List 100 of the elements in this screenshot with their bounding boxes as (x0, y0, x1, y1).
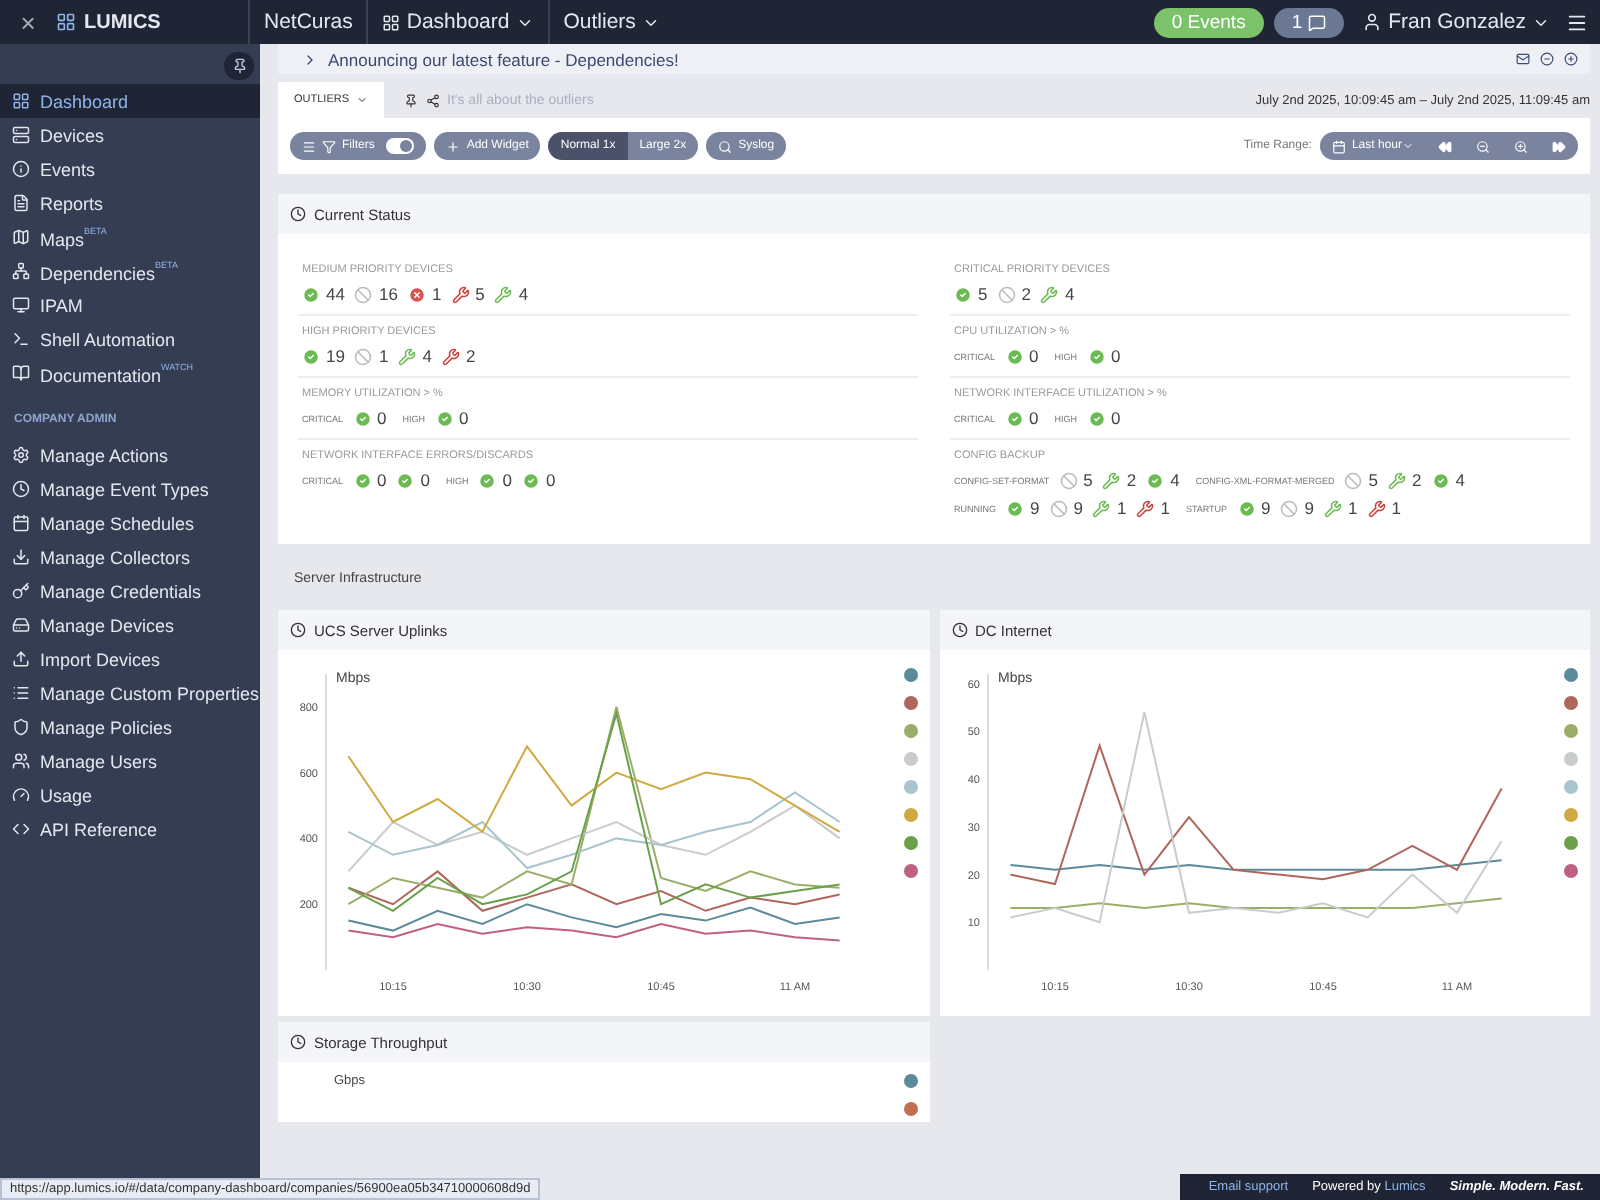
disabled-count: 9 (1049, 498, 1083, 518)
maintenance-count: 2 (1102, 470, 1137, 490)
nav-icon (12, 364, 30, 382)
ban-icon (1049, 499, 1068, 517)
sidebar-item[interactable]: Reports (0, 186, 260, 220)
sidebar-item[interactable]: Devices (0, 118, 260, 152)
wrench-icon (1324, 499, 1342, 517)
ban-icon (354, 347, 373, 365)
ok-count: 0 (396, 470, 430, 490)
wrench-icon (494, 285, 513, 303)
nav-icon (12, 616, 30, 634)
legend-dot[interactable] (903, 752, 917, 766)
legend-dot[interactable] (903, 668, 917, 682)
sidebar-item[interactable]: API Reference (0, 812, 260, 846)
logo-icon (56, 12, 76, 32)
filters-toggle[interactable] (386, 138, 415, 154)
nav-icon (12, 126, 30, 144)
menu-icon[interactable] (1566, 11, 1588, 33)
check-icon (478, 471, 497, 489)
ok-count: 0 (435, 408, 469, 428)
nav-icon (12, 330, 30, 348)
sidebar-item[interactable]: IPAM (0, 288, 260, 322)
plus-icon[interactable] (1564, 52, 1578, 66)
ok-count: 0 (521, 470, 556, 490)
wrench-icon (441, 347, 460, 365)
rewind-icon (1438, 139, 1452, 153)
nav-icon (12, 752, 30, 770)
ok-count: 0 (1005, 346, 1039, 366)
error-icon (407, 285, 426, 303)
check-icon (1006, 499, 1024, 517)
user-icon (1362, 12, 1383, 32)
wrench-icon (1367, 499, 1386, 517)
close-button[interactable]: × (0, 7, 56, 37)
legend-dot[interactable] (1564, 836, 1578, 850)
caret-icon (1402, 140, 1414, 152)
ok-count: 0 (1005, 408, 1039, 428)
pin-icon (231, 58, 247, 74)
sidebar-item[interactable]: Manage Collectors (0, 540, 260, 574)
sidebar-item[interactable]: Manage Actions (0, 438, 260, 472)
legend-dot[interactable] (1564, 752, 1578, 766)
legend-dot[interactable] (1564, 668, 1578, 682)
check-icon (396, 471, 415, 489)
legend-dot[interactable] (903, 780, 917, 794)
sidebar-item[interactable]: Dashboard (0, 84, 260, 118)
share-icon[interactable] (425, 93, 440, 107)
nav-icon (12, 650, 30, 668)
sidebar-item[interactable]: Shell Automation (0, 322, 260, 356)
legend-dot[interactable] (903, 836, 917, 850)
sidebar-item[interactable]: Manage Users (0, 744, 260, 778)
check-icon (1237, 499, 1256, 517)
sidebar-item[interactable]: Manage Credentials (0, 574, 260, 608)
legend-dot[interactable] (903, 1074, 917, 1088)
sidebar-item[interactable]: Manage Policies (0, 710, 260, 744)
legend-dot[interactable] (1564, 724, 1578, 738)
sidebar-item[interactable]: Events (0, 152, 260, 186)
sidebar-item[interactable]: Import Devices (0, 642, 260, 676)
legend-dot[interactable] (903, 808, 917, 822)
sidebar-item[interactable]: Manage Event Types (0, 472, 260, 506)
wrench-icon (1102, 471, 1121, 489)
check-icon (302, 285, 320, 303)
minus-icon[interactable] (1540, 52, 1554, 66)
mail-icon[interactable] (1516, 52, 1530, 66)
maintenance-count: 1 (1324, 498, 1358, 518)
check-icon (1431, 471, 1450, 489)
filter-icon (322, 139, 336, 153)
legend-dot[interactable] (1564, 808, 1578, 822)
pin-icon[interactable] (403, 93, 418, 107)
check-icon (954, 285, 972, 303)
legend-dot[interactable] (903, 696, 917, 710)
legend-dot[interactable] (1564, 780, 1578, 794)
user-menu[interactable]: Fran Gonzalez (1362, 10, 1550, 34)
chevron-icon (302, 51, 318, 67)
disabled-count: 5 (1344, 470, 1379, 490)
announcement-bar[interactable]: Announcing our latest feature - Dependencies! (278, 44, 1590, 74)
forward-button[interactable] (1540, 132, 1578, 160)
clock-icon (290, 622, 306, 638)
maintenance-count: 5 (451, 284, 485, 304)
legend-dot[interactable] (903, 1102, 917, 1116)
maintenance-count: 2 (1388, 470, 1422, 490)
legend-dot[interactable] (1564, 864, 1578, 878)
check-icon (353, 409, 372, 427)
ok-count: 9 (1237, 498, 1271, 518)
nav-icon (12, 548, 30, 566)
messages-badge[interactable]: 1 (1273, 7, 1345, 37)
sidebar-item[interactable]: Manage Custom Properties (0, 676, 260, 710)
sidebar-item[interactable]: Manage Schedules (0, 506, 260, 540)
ok-count: 44 (302, 284, 345, 304)
check-icon (521, 471, 540, 489)
clock-icon (290, 206, 306, 222)
legend-dot[interactable] (903, 864, 917, 878)
sidebar-item[interactable]: Usage (0, 778, 260, 812)
ok-count: 0 (353, 470, 387, 490)
maintenance-count: 1 (1367, 498, 1401, 518)
sidebar-item[interactable]: Manage Devices (0, 608, 260, 642)
check-icon (353, 471, 372, 489)
pin-button[interactable] (224, 52, 254, 80)
maintenance-count: 2 (441, 346, 476, 366)
ban-icon (1059, 471, 1078, 489)
legend-dot[interactable] (903, 724, 917, 738)
legend-dot[interactable] (1564, 696, 1578, 710)
